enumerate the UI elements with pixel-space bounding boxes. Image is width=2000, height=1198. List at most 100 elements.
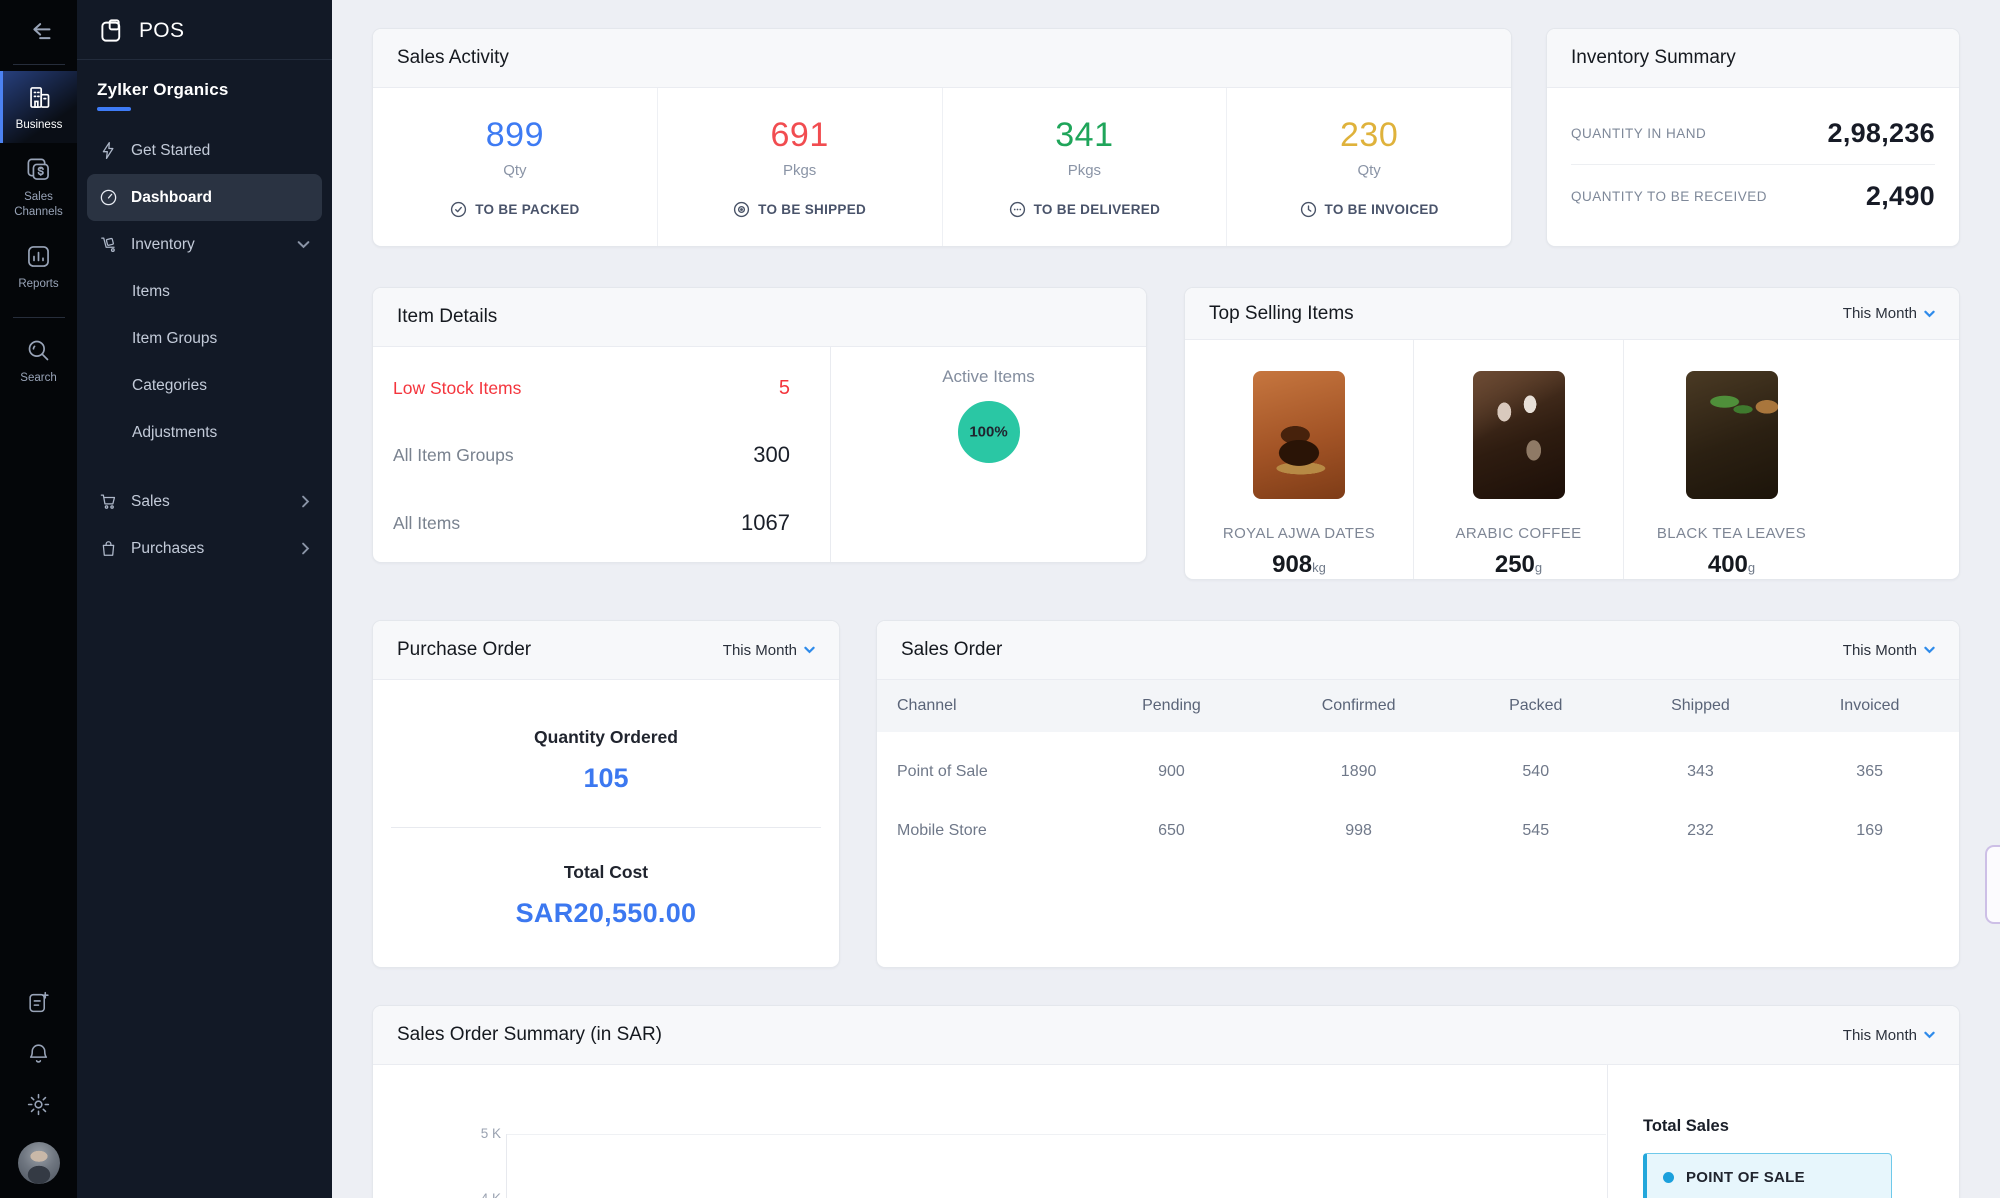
top-selling-items-card: Top Selling Items This Month ROYAL AJWA … — [1184, 287, 1960, 580]
product-name: ARABIC COFFEE — [1455, 525, 1581, 542]
product-unit: g — [1748, 560, 1755, 575]
sales-summary-chart: 5 K 4 K — [373, 1065, 1607, 1198]
top-selling-item[interactable]: ARABIC COFFEE 250g — [1414, 340, 1624, 579]
edge-floating-widget[interactable] — [1985, 845, 2000, 924]
product-name: ROYAL AJWA DATES — [1223, 525, 1375, 542]
active-items-label: Active Items — [942, 367, 1035, 387]
table-row[interactable]: Mobile Store 650 998 545 232 169 — [877, 798, 1959, 864]
sidebar-item-label: Get Started — [131, 142, 210, 160]
reports-icon — [25, 243, 52, 270]
period-label: This Month — [723, 642, 797, 659]
inventory-summary-card: Inventory Summary QUANTITY IN HAND 2,98,… — [1546, 28, 1960, 247]
settings-gear-icon[interactable] — [26, 1092, 51, 1117]
business-buildings-icon — [26, 84, 53, 111]
collapse-sidebar-icon[interactable] — [25, 20, 53, 48]
rail-item-search[interactable]: Search — [0, 324, 77, 396]
value-cell: 365 — [1780, 732, 1959, 798]
value-cell: 900 — [1077, 732, 1267, 798]
column-header: Channel — [877, 680, 1077, 732]
total-cost-value: SAR20,550.00 — [516, 898, 697, 929]
inventory-row-value: 2,98,236 — [1828, 118, 1936, 149]
legend-point-of-sale[interactable]: POINT OF SALE SAR0.00 — [1643, 1153, 1892, 1198]
column-header: Packed — [1451, 680, 1621, 732]
purchase-order-period-dropdown[interactable]: This Month — [723, 642, 815, 659]
notifications-bell-icon[interactable] — [26, 1041, 51, 1066]
top-selling-item[interactable]: BLACK TEA LEAVES 400g — [1624, 340, 1839, 579]
product-qty: 250 — [1495, 551, 1535, 578]
metric-unit: Pkgs — [783, 162, 816, 179]
top-selling-title: Top Selling Items — [1209, 303, 1354, 325]
sidebar-item-purchases[interactable]: Purchases — [87, 525, 322, 572]
organization-block[interactable]: Zylker Organics — [77, 60, 332, 111]
legend-dot — [1663, 1172, 1674, 1183]
quantity-ordered-value: 105 — [583, 763, 628, 794]
cart-icon — [99, 492, 118, 511]
sidebar-item-adjustments[interactable]: Adjustments — [87, 409, 322, 456]
dashboard-gauge-icon — [99, 188, 118, 207]
app-name: POS — [139, 19, 184, 43]
metric-to-be-packed: 899 Qty TO BE PACKED — [373, 88, 658, 246]
sidebar-item-label: Item Groups — [132, 330, 217, 348]
all-item-groups-row[interactable]: All Item Groups 300 — [393, 442, 790, 468]
metric-unit: Qty — [503, 162, 526, 179]
chevron-down-icon — [1924, 1031, 1935, 1039]
product-image-tea — [1686, 371, 1778, 499]
rail-item-label: Search — [20, 371, 56, 385]
top-selling-item[interactable]: ROYAL AJWA DATES 908kg — [1185, 340, 1414, 579]
total-cost-label: Total Cost — [564, 862, 648, 883]
legend-label: POINT OF SALE — [1686, 1169, 1805, 1186]
sales-order-title: Sales Order — [901, 639, 1002, 661]
chevron-right-icon — [301, 495, 310, 508]
inventory-row-label: QUANTITY IN HAND — [1571, 126, 1706, 141]
sidebar-item-get-started[interactable]: Get Started — [87, 127, 322, 174]
rail-item-business[interactable]: Business — [0, 71, 77, 143]
period-label: This Month — [1843, 642, 1917, 659]
dashboard-main: Sales Activity 899 Qty TO BE PACKED 691 … — [332, 0, 2000, 1198]
inventory-row-to-be-received: QUANTITY TO BE RECEIVED 2,490 — [1571, 165, 1935, 228]
total-sales-label: Total Sales — [1643, 1117, 1939, 1136]
total-sales-panel: Total Sales POINT OF SALE SAR0.00 — [1607, 1065, 1959, 1198]
y-axis-line — [506, 1134, 507, 1198]
item-detail-value: 300 — [753, 442, 790, 468]
sidebar-item-label: Inventory — [131, 236, 195, 254]
user-avatar[interactable] — [18, 1142, 60, 1184]
sidebar-item-categories[interactable]: Categories — [87, 362, 322, 409]
invoiced-clock-circle-icon — [1300, 201, 1317, 218]
sales-channels-icon — [25, 156, 52, 183]
new-document-icon[interactable] — [26, 990, 51, 1015]
metric-to-be-shipped: 691 Pkgs TO BE SHIPPED — [658, 88, 943, 246]
icon-rail: Business Sales Channels Reports Search — [0, 0, 77, 1198]
sidebar-item-inventory[interactable]: Inventory — [87, 221, 322, 268]
table-row[interactable]: Point of Sale 900 1890 540 343 365 — [877, 732, 1959, 798]
rail-item-reports[interactable]: Reports — [0, 230, 77, 302]
sidebar-item-item-groups[interactable]: Item Groups — [87, 315, 322, 362]
sidebar-item-dashboard[interactable]: Dashboard — [87, 174, 322, 221]
active-items-donut-chart: 100% — [958, 401, 1020, 463]
sales-order-summary-title: Sales Order Summary (in SAR) — [397, 1024, 662, 1046]
sidebar-item-sales[interactable]: Sales — [87, 478, 322, 525]
metric-status-label: TO BE SHIPPED — [758, 202, 866, 217]
column-header: Confirmed — [1266, 680, 1451, 732]
sidebar-item-items[interactable]: Items — [87, 268, 322, 315]
y-axis-tick: 5 K — [471, 1126, 501, 1141]
channel-cell: Mobile Store — [877, 798, 1077, 864]
chevron-right-icon — [301, 542, 310, 555]
sidebar: POS Zylker Organics Get Started Dashboar… — [77, 0, 332, 1198]
item-details-title: Item Details — [397, 306, 497, 328]
low-stock-items-row[interactable]: Low Stock Items 5 — [393, 377, 790, 400]
chevron-down-icon — [1924, 310, 1935, 318]
sales-summary-period-dropdown[interactable]: This Month — [1843, 1027, 1935, 1044]
table-header-row: Channel Pending Confirmed Packed Shipped… — [877, 680, 1959, 732]
all-items-row[interactable]: All Items 1067 — [393, 510, 790, 536]
period-label: This Month — [1843, 305, 1917, 322]
sales-order-period-dropdown[interactable]: This Month — [1843, 642, 1935, 659]
column-header: Invoiced — [1780, 680, 1959, 732]
metric-to-be-delivered: 341 Pkgs TO BE DELIVERED — [943, 88, 1228, 246]
top-selling-period-dropdown[interactable]: This Month — [1843, 305, 1935, 322]
metric-unit: Qty — [1357, 162, 1380, 179]
rail-item-sales-channels[interactable]: Sales Channels — [0, 143, 77, 230]
delivered-dots-circle-icon — [1009, 201, 1026, 218]
sidebar-item-label: Dashboard — [131, 189, 212, 207]
item-detail-label: All Item Groups — [393, 445, 514, 466]
metric-status-label: TO BE DELIVERED — [1034, 202, 1161, 217]
